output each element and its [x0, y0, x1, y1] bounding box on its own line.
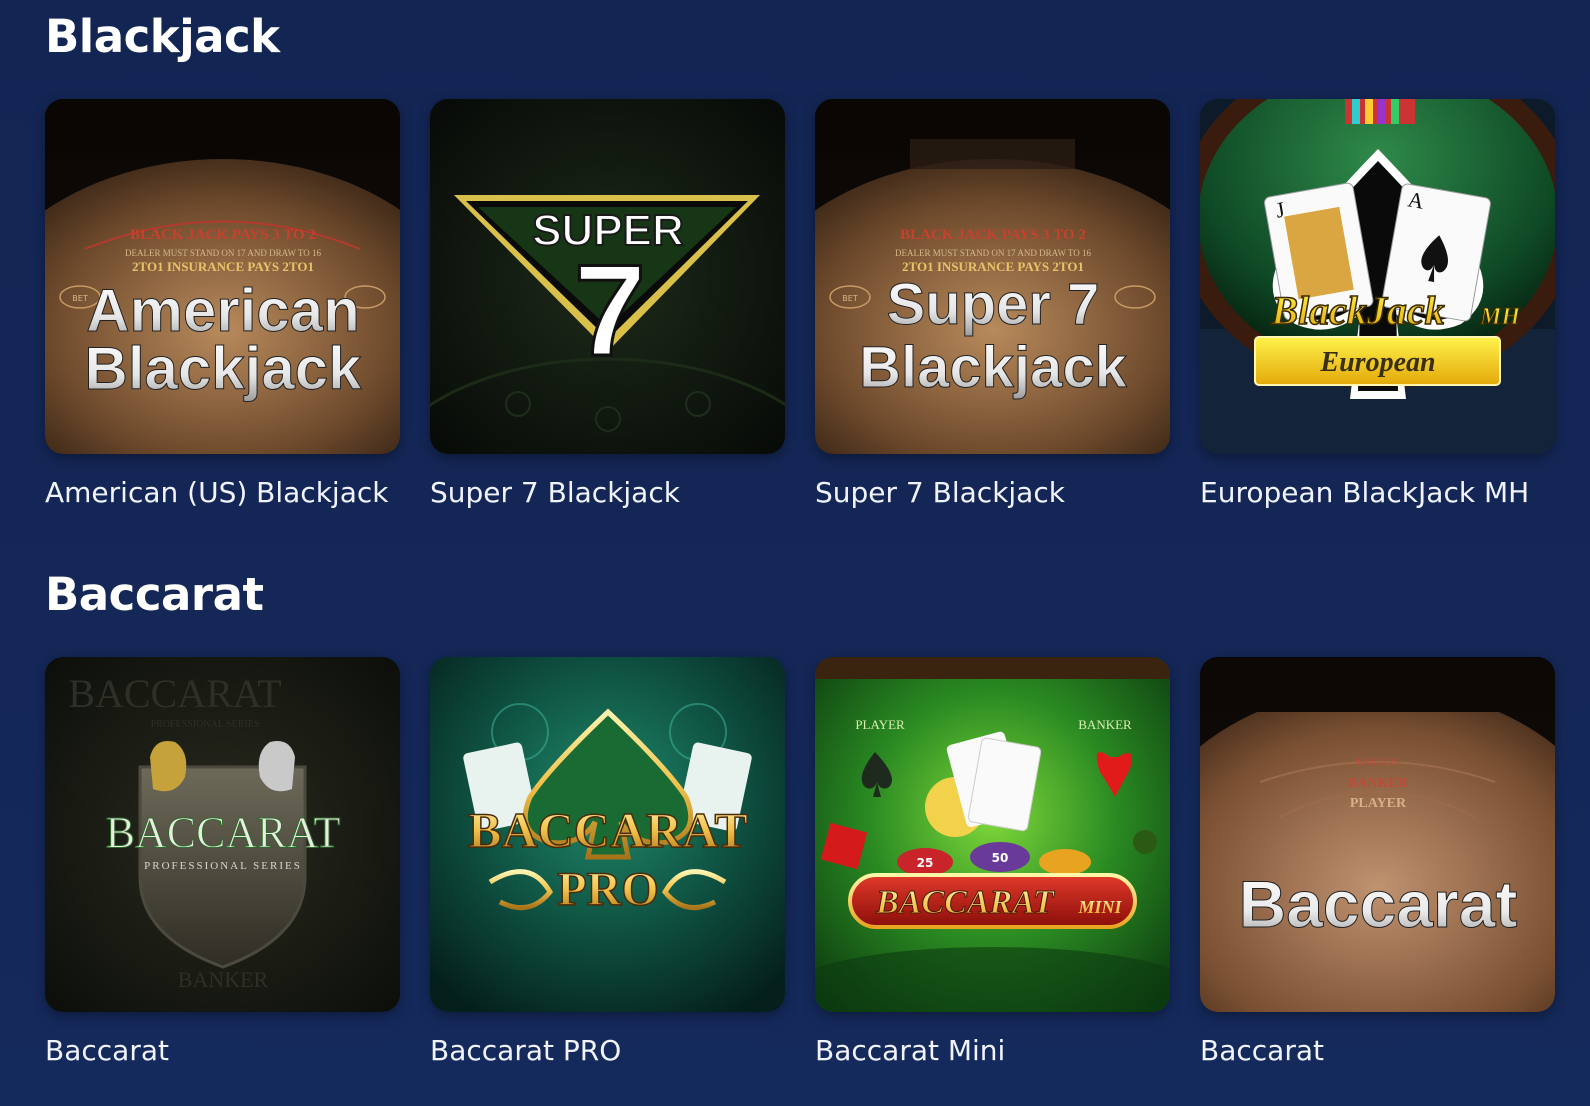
european-blackjack-art: J A BlackJack MH European [1200, 99, 1555, 454]
game-thumbnail[interactable]: PLAYER BANKER 25 50 BACCARAT MINI [815, 657, 1170, 1012]
game-card-super-7-blackjack-table[interactable]: BLACK JACK PAYS 3 TO 2 DEALER MUST STAND… [815, 99, 1170, 509]
game-title[interactable]: European BlackJack MH [1200, 476, 1555, 509]
game-title[interactable]: Super 7 Blackjack [430, 476, 785, 509]
game-title[interactable]: Baccarat [1200, 1034, 1555, 1067]
game-title[interactable]: American (US) Blackjack [45, 476, 400, 509]
chip-value: 25 [917, 856, 934, 870]
baccarat-mini-art: PLAYER BANKER 25 50 BACCARAT MINI [815, 657, 1170, 1012]
art-title-line2: Blackjack [859, 335, 1127, 400]
art-title-line1: BACCARAT [468, 802, 748, 858]
art-title-line1: American [86, 277, 359, 344]
baccarat-art: BANKERS BANKER PLAYER Baccarat [1200, 657, 1555, 1012]
game-card-baccarat[interactable]: BANKERS BANKER PLAYER Baccarat Baccarat [1200, 657, 1555, 1067]
table-text: PLAYER [1350, 796, 1407, 811]
game-thumbnail[interactable]: BLACK JACK PAYS 3 TO 2 DEALER MUST STAND… [45, 99, 400, 454]
game-card-european-blackjack-mh[interactable]: J A BlackJack MH European European Black… [1200, 99, 1555, 509]
bg-text: BACCARAT [68, 671, 281, 716]
game-grid: BACCARAT PROFESSIONAL SERIES BANKER BACC… [45, 657, 1555, 1067]
art-title-line2: European [1319, 347, 1435, 378]
art-title-line1: BACCARAT [875, 884, 1055, 921]
game-title[interactable]: Baccarat Mini [815, 1034, 1170, 1067]
art-title-line2: Blackjack [85, 335, 363, 402]
art-title-suffix: MH [1479, 304, 1521, 330]
game-title[interactable]: Super 7 Blackjack [815, 476, 1170, 509]
table-text: 2TO1 INSURANCE PAYS 2TO1 [132, 259, 314, 274]
game-card-baccarat-pro[interactable]: BACCARAT PRO Baccarat PRO [430, 657, 785, 1067]
section-blackjack: Blackjack BLACK JACK PAYS 3 TO 2 DEALER … [45, 14, 1575, 534]
art-title-line1: BlackJack [1270, 288, 1444, 333]
player-label: PLAYER [855, 717, 905, 732]
bg-text: PROFESSIONAL SERIES [151, 719, 260, 730]
art-title-line1: BACCARAT [106, 808, 341, 857]
table-text: BANKERS [1357, 757, 1399, 767]
game-card-baccarat-mini[interactable]: PLAYER BANKER 25 50 BACCARAT MINI Baccar… [815, 657, 1170, 1067]
game-title[interactable]: Baccarat PRO [430, 1034, 785, 1067]
art-title-line2: PROFESSIONAL SERIES [144, 860, 302, 872]
game-thumbnail[interactable]: BACCARAT PROFESSIONAL SERIES BANKER BACC… [45, 657, 400, 1012]
game-title[interactable]: Baccarat [45, 1034, 400, 1067]
game-thumbnail[interactable]: J A BlackJack MH European [1200, 99, 1555, 454]
bet-label: BET [842, 294, 858, 303]
game-card-american-blackjack[interactable]: BLACK JACK PAYS 3 TO 2 DEALER MUST STAND… [45, 99, 400, 509]
super-7-art: SUPER 7 [430, 99, 785, 454]
table-text: BANKER [1348, 776, 1409, 791]
table-text: DEALER MUST STAND ON 17 AND DRAW TO 16 [125, 248, 321, 258]
game-thumbnail[interactable]: SUPER 7 [430, 99, 785, 454]
banker-label: BANKER [1078, 717, 1132, 732]
bg-text: BANKER [178, 967, 269, 992]
art-title-line2: 7 [574, 237, 646, 383]
baccarat-pro-art: BACCARAT PRO [430, 657, 785, 1012]
table-text: DEALER MUST STAND ON 17 AND DRAW TO 16 [895, 248, 1091, 258]
game-card-super-7-blackjack[interactable]: SUPER 7 Super 7 Blackjack [430, 99, 785, 509]
table-text: BLACK JACK PAYS 3 TO 2 [900, 227, 1086, 243]
section-title: Baccarat [45, 568, 264, 621]
game-grid: BLACK JACK PAYS 3 TO 2 DEALER MUST STAND… [45, 99, 1555, 509]
game-card-baccarat-professional[interactable]: BACCARAT PROFESSIONAL SERIES BANKER BACC… [45, 657, 400, 1067]
baccarat-professional-art: BACCARAT PROFESSIONAL SERIES BANKER BACC… [45, 657, 400, 1012]
table-text: BLACK JACK PAYS 3 TO 2 [130, 227, 316, 243]
american-blackjack-art: BLACK JACK PAYS 3 TO 2 DEALER MUST STAND… [45, 99, 400, 454]
section-title: Blackjack [45, 10, 280, 63]
game-thumbnail[interactable]: BACCARAT PRO [430, 657, 785, 1012]
game-thumbnail[interactable]: BLACK JACK PAYS 3 TO 2 DEALER MUST STAND… [815, 99, 1170, 454]
chip-value: 50 [992, 851, 1009, 865]
section-baccarat: Baccarat BACCARAT PROFESSIONAL SERIES BA… [45, 572, 1575, 1092]
art-title-line1: Super 7 [887, 272, 1100, 337]
super-7-blackjack-art: BLACK JACK PAYS 3 TO 2 DEALER MUST STAND… [815, 99, 1170, 454]
art-title-suffix: MINI [1077, 897, 1122, 917]
art-title-line2: PRO [557, 863, 658, 916]
game-thumbnail[interactable]: BANKERS BANKER PLAYER Baccarat [1200, 657, 1555, 1012]
art-title-line1: Baccarat [1239, 867, 1518, 941]
